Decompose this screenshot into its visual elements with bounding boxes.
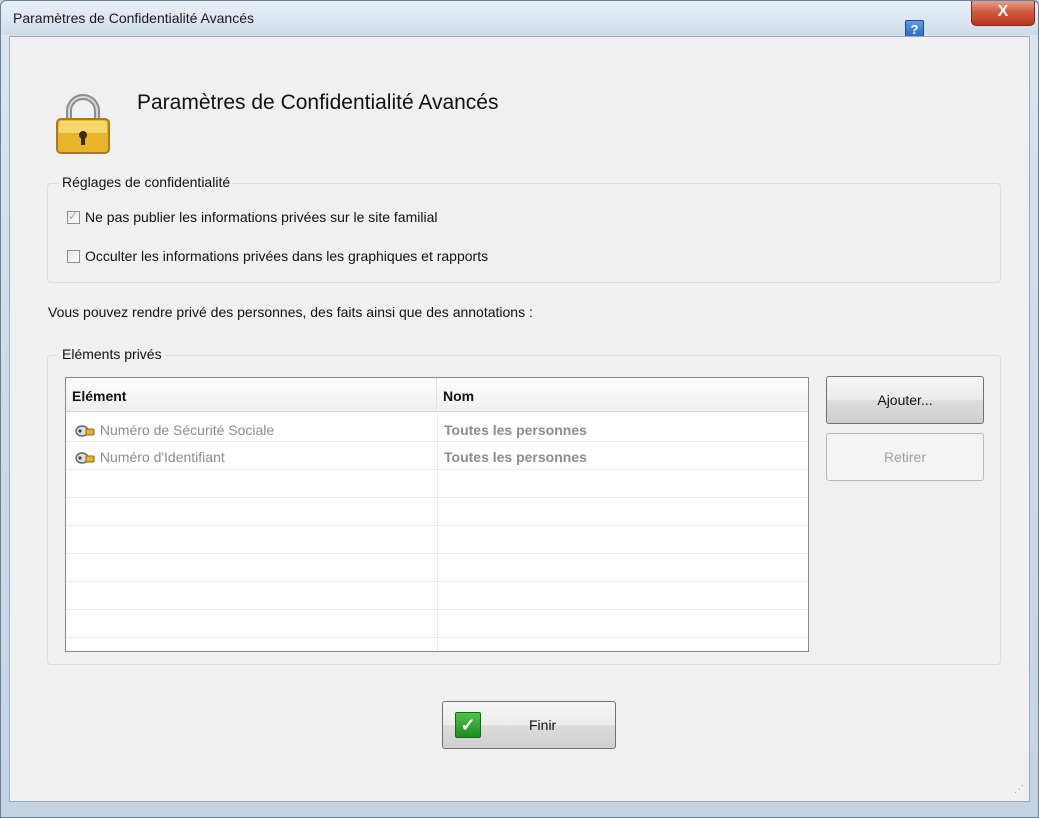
option-no-publish[interactable]: Ne pas publier les informations privées … — [67, 209, 437, 225]
title-bar[interactable]: Paramètres de Confidentialité Avancés ? … — [1, 1, 1038, 39]
row-divider — [66, 553, 808, 554]
checkmark-icon: ✓ — [455, 712, 481, 738]
finish-button[interactable]: ✓ Finir — [442, 701, 616, 749]
no-publish-label: Ne pas publier les informations privées … — [85, 209, 438, 225]
table-row[interactable]: Numéro d'Identifiant — [74, 449, 225, 465]
row-divider — [66, 637, 808, 638]
hide-private-checkbox[interactable] — [67, 249, 80, 263]
privacy-settings-group — [47, 183, 1001, 283]
private-items-table[interactable]: Elément Nom Numéro de Sécurité Sociale T… — [65, 377, 809, 652]
lock-icon — [56, 94, 110, 154]
add-button[interactable]: Ajouter... — [826, 376, 984, 424]
hide-private-label: Occulter les informations privées dans l… — [85, 248, 489, 264]
row-divider — [66, 441, 808, 442]
row-divider — [66, 609, 808, 610]
close-button[interactable]: X — [971, 1, 1035, 26]
resize-grip-icon[interactable]: ⋰ — [1014, 784, 1024, 795]
no-publish-checkbox[interactable] — [67, 209, 80, 224]
row-divider — [66, 497, 808, 498]
option-hide-private[interactable]: Occulter les informations privées dans l… — [67, 248, 488, 264]
key-icon — [75, 425, 95, 437]
dialog-window: Paramètres de Confidentialité Avancés ? … — [0, 0, 1039, 818]
row-name: Toutes les personnes — [444, 422, 587, 438]
column-header-name[interactable]: Nom — [437, 378, 808, 412]
row-divider — [66, 581, 808, 582]
column-divider — [437, 412, 438, 651]
private-items-legend: Eléments privés — [59, 346, 165, 362]
column-header-element[interactable]: Elément — [66, 378, 437, 412]
finish-label: Finir — [529, 717, 557, 733]
window-title: Paramètres de Confidentialité Avancés — [13, 10, 254, 26]
page-title: Paramètres de Confidentialité Avancés — [137, 91, 499, 114]
remove-button[interactable]: Retirer — [826, 433, 984, 481]
row-divider — [66, 469, 808, 470]
privacy-settings-legend: Réglages de confidentialité — [59, 174, 234, 190]
info-text: Vous pouvez rendre privé des personnes, … — [48, 304, 533, 320]
key-icon — [75, 452, 95, 464]
row-element: Numéro de Sécurité Sociale — [99, 422, 275, 438]
row-element: Numéro d'Identifiant — [99, 449, 225, 465]
row-divider — [66, 525, 808, 526]
row-name: Toutes les personnes — [444, 449, 587, 465]
table-row[interactable]: Numéro de Sécurité Sociale — [74, 422, 274, 438]
